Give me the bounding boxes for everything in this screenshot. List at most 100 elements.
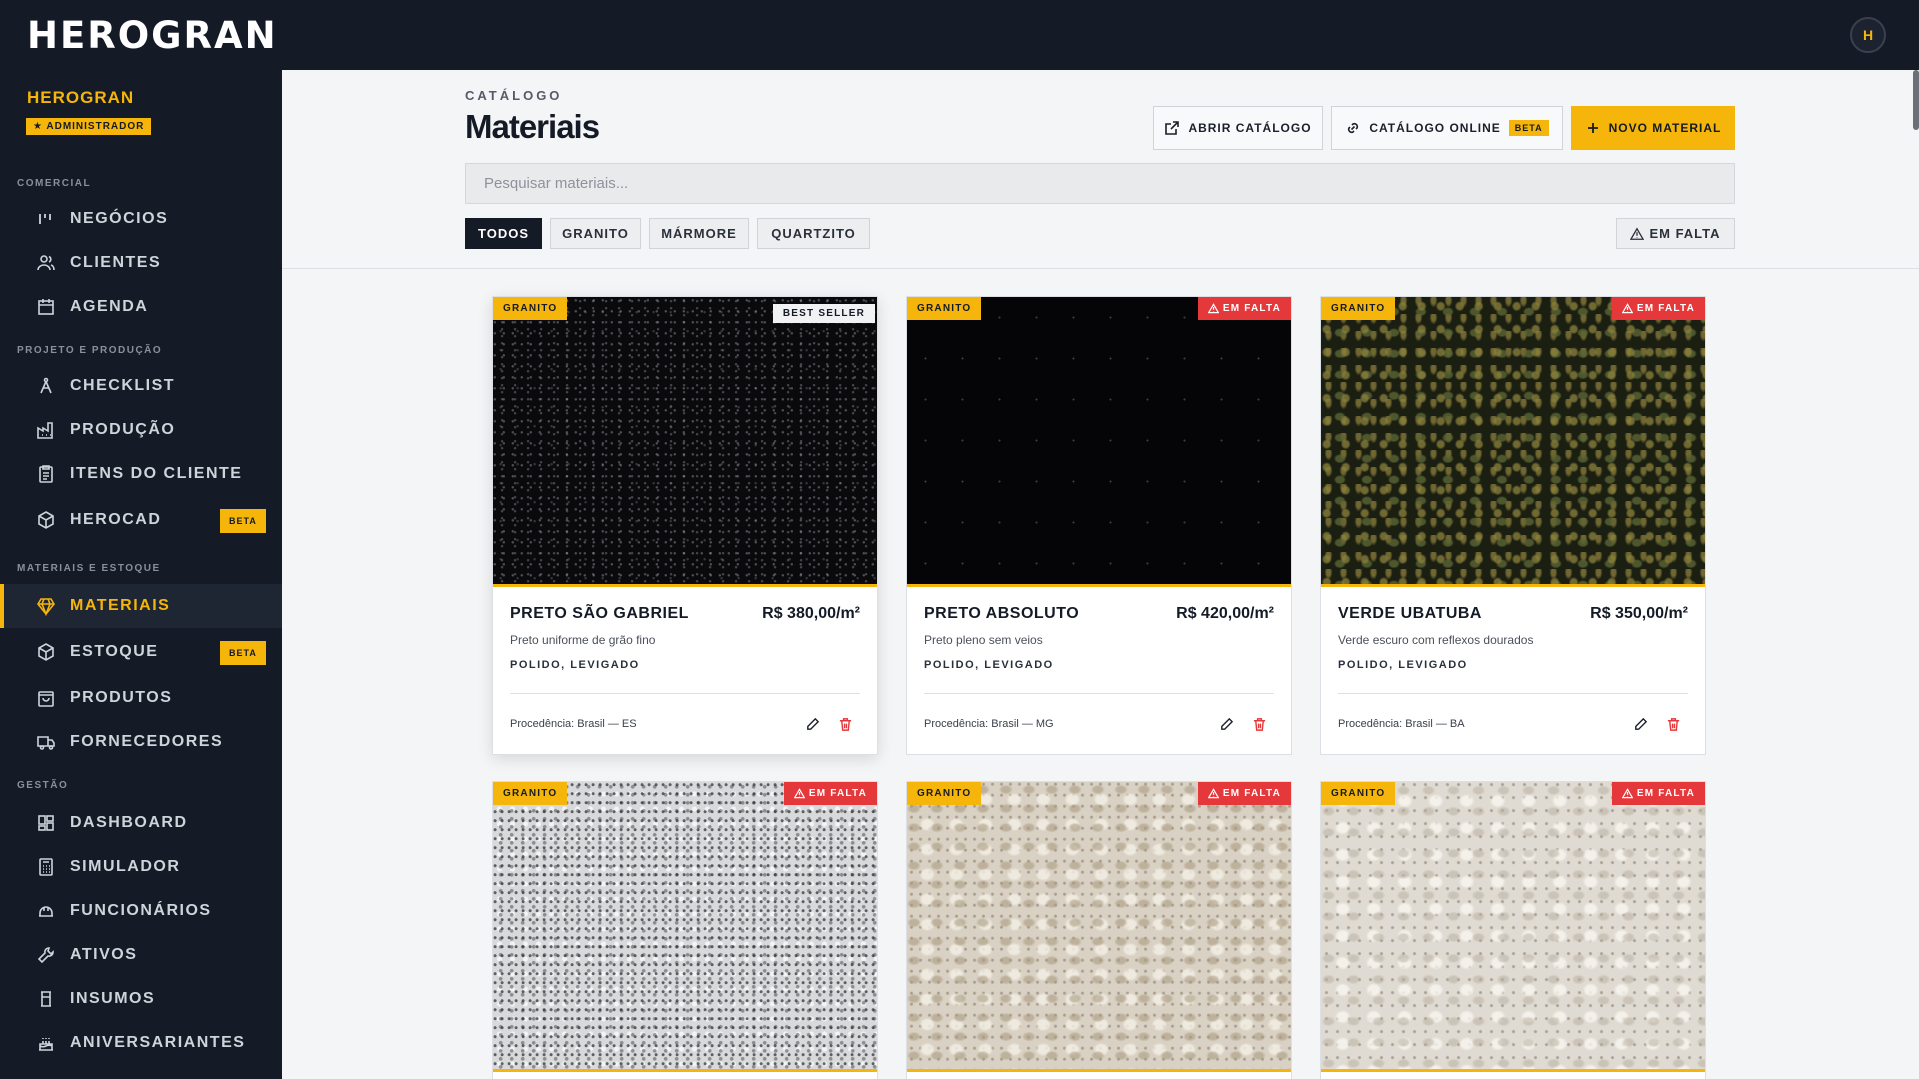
delete-icon[interactable] — [1249, 714, 1269, 734]
material-finish: POLIDO, LEVIGADO — [510, 659, 640, 671]
sidebar-item-itens-do-cliente[interactable]: ITENS DO CLIENTE — [0, 452, 282, 496]
sidebar-item-agenda[interactable]: AGENDA — [0, 285, 282, 329]
page-eyebrow: CATÁLOGO — [465, 88, 563, 103]
material-finish: POLIDO, LEVIGADO — [1338, 659, 1468, 671]
app-logo[interactable]: HEROGRAN — [27, 14, 278, 57]
top-bar: HEROGRAN H — [0, 0, 1919, 70]
sidebar-item-dashboard[interactable]: DASHBOARD — [0, 801, 282, 845]
material-card[interactable]: GRANITO EM FALTA — [1320, 781, 1706, 1079]
material-finish: POLIDO, LEVIGADO — [924, 659, 1054, 671]
warning-icon — [1630, 226, 1645, 240]
cake-icon — [35, 1032, 57, 1054]
scrollbar-thumb[interactable] — [1913, 70, 1919, 130]
section-label-comercial: COMERCIAL — [17, 178, 92, 189]
section-label-materiais: MATERIAIS E ESTOQUE — [17, 563, 161, 574]
link-icon — [1348, 122, 1359, 134]
material-card[interactable]: GRANITO EM FALTA — [492, 781, 878, 1079]
plus-icon — [1587, 123, 1598, 133]
sidebar-item-clientes[interactable]: CLIENTES — [0, 241, 282, 285]
sidebar-item-negocios[interactable]: NEGÓCIOS — [0, 197, 282, 241]
sidebar-item-aniversariantes[interactable]: ANIVERSARIANTES — [0, 1021, 282, 1065]
material-name: VERDE UBATUBA — [1338, 605, 1482, 622]
material-origin: Procedência: Brasil — MG — [924, 718, 1054, 730]
sidebar-item-estoque[interactable]: ESTOQUE BETA — [0, 630, 282, 674]
out-of-stock-filter-button[interactable]: EM FALTA — [1616, 218, 1735, 249]
material-origin: Procedência: Brasil — BA — [1338, 718, 1465, 730]
edit-icon[interactable] — [1216, 714, 1236, 734]
material-price: R$ 420,00/m² — [1176, 605, 1274, 622]
chart-bars-icon — [35, 208, 57, 230]
material-image: GRANITO EM FALTA — [493, 782, 877, 1072]
category-tag: GRANITO — [1321, 782, 1396, 805]
sidebar-item-label: ITENS DO CLIENTE — [70, 465, 243, 482]
out-of-stock-tag-label: EM FALTA — [808, 788, 867, 799]
beta-badge: BETA — [220, 641, 266, 665]
warning-icon — [1207, 303, 1219, 314]
compass-icon — [35, 375, 57, 397]
out-of-stock-tag: EM FALTA — [1611, 297, 1705, 320]
sidebar-item-produtos[interactable]: PRODUTOS — [0, 676, 282, 720]
material-image: GRANITO EM FALTA — [907, 782, 1291, 1072]
sidebar-item-label: DASHBOARD — [70, 814, 188, 831]
sidebar-item-fornecedores[interactable]: FORNECEDORES — [0, 720, 282, 764]
open-catalog-label: ABRIR CATÁLOGO — [1188, 121, 1312, 135]
new-material-label: NOVO MATERIAL — [1608, 121, 1722, 135]
out-of-stock-tag: EM FALTA — [1611, 782, 1705, 805]
sidebar-item-simulador[interactable]: SIMULADOR — [0, 845, 282, 889]
calculator-icon — [35, 856, 57, 878]
filter-granito[interactable]: GRANITO — [550, 218, 641, 249]
sidebar-item-label: CHECKLIST — [70, 377, 176, 394]
delete-icon[interactable] — [1663, 714, 1683, 734]
search-input[interactable] — [465, 163, 1735, 204]
sidebar-item-ativos[interactable]: ATIVOS — [0, 933, 282, 977]
dashboard-icon — [35, 812, 57, 834]
sidebar-item-label: PRODUTOS — [70, 689, 173, 706]
warning-icon — [793, 788, 805, 799]
edit-icon[interactable] — [1630, 714, 1650, 734]
sidebar-item-label: FORNECEDORES — [70, 733, 224, 750]
card-divider — [510, 693, 860, 694]
filter-quartzito[interactable]: QUARTZITO — [757, 218, 870, 249]
delete-icon[interactable] — [835, 714, 855, 734]
org-name: HEROGRAN — [27, 88, 135, 107]
material-card[interactable]: GRANITO EM FALTA PRETO ABSOLUTO R$ 420,0… — [906, 296, 1292, 755]
warning-icon — [1207, 788, 1219, 799]
material-card[interactable]: GRANITO EM FALTA — [906, 781, 1292, 1079]
material-price: R$ 350,00/m² — [1590, 605, 1688, 622]
out-of-stock-tag: EM FALTA — [1197, 782, 1291, 805]
material-price: R$ 380,00/m² — [762, 605, 860, 622]
out-of-stock-tag-label: EM FALTA — [1222, 788, 1281, 799]
card-divider — [1338, 693, 1688, 694]
section-label-projeto: PROJETO E PRODUÇÃO — [17, 345, 163, 356]
clipboard-icon — [35, 463, 57, 485]
category-tag: GRANITO — [493, 297, 568, 320]
sidebar-item-herocad[interactable]: HEROCAD BETA — [0, 498, 282, 542]
sidebar-item-funcionarios[interactable]: FUNCIONÁRIOS — [0, 889, 282, 933]
material-card[interactable]: GRANITO BEST SELLER PRETO SÃO GABRIEL R$… — [492, 296, 878, 755]
sidebar-item-label: SIMULADOR — [70, 858, 181, 875]
sidebar-item-materiais[interactable]: MATERIAIS — [0, 584, 282, 628]
filter-todos[interactable]: TODOS — [465, 218, 542, 249]
calendar-icon — [35, 296, 57, 318]
box-icon — [35, 641, 57, 663]
edit-icon[interactable] — [802, 714, 822, 734]
best-seller-tag: BEST SELLER — [772, 304, 875, 323]
sidebar-item-insumos[interactable]: INSUMOS — [0, 977, 282, 1021]
sidebar-item-checklist[interactable]: CHECKLIST — [0, 364, 282, 408]
sidebar-item-label: CLIENTES — [70, 254, 162, 271]
new-material-button[interactable]: NOVO MATERIAL — [1571, 106, 1735, 150]
user-avatar[interactable]: H — [1850, 17, 1886, 53]
open-catalog-button[interactable]: ABRIR CATÁLOGO — [1153, 106, 1323, 150]
out-of-stock-label: EM FALTA — [1649, 226, 1721, 241]
sidebar-item-producao[interactable]: PRODUÇÃO — [0, 408, 282, 452]
sidebar-item-label: ANIVERSARIANTES — [70, 1034, 246, 1051]
factory-icon — [35, 419, 57, 441]
shopping-bag-icon — [35, 687, 57, 709]
beta-badge: BETA — [1508, 120, 1549, 136]
out-of-stock-tag-label: EM FALTA — [1636, 788, 1695, 799]
filter-marmore[interactable]: MÁRMORE — [649, 218, 749, 249]
material-card[interactable]: GRANITO EM FALTA VERDE UBATUBA R$ 350,00… — [1320, 296, 1706, 755]
category-tag: GRANITO — [907, 782, 982, 805]
online-catalog-button[interactable]: CATÁLOGO ONLINE BETA — [1331, 106, 1563, 150]
wrench-icon — [35, 944, 57, 966]
